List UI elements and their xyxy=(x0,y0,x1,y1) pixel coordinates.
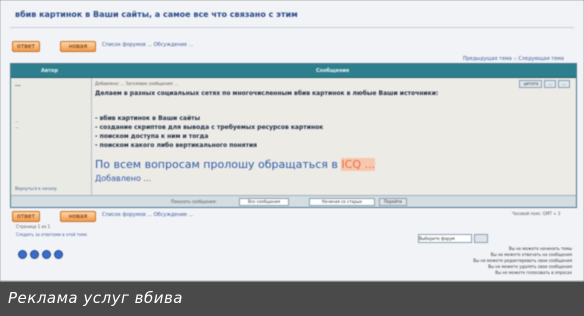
post-header: Добавлено: ... Заголовок сообщения: ... xyxy=(95,81,179,86)
sort-select[interactable]: Все сообщения xyxy=(239,198,289,206)
post-body: Добавлено: ... Заголовок сообщения: ... … xyxy=(95,78,572,195)
ip-button[interactable]: ... xyxy=(558,80,570,88)
contact-text: По всем вопросам пролошу обращаться в xyxy=(95,158,338,171)
post-author-column: ... ... ... Вернуться к началу xyxy=(11,78,92,195)
caption-text: Реклама услуг вбива xyxy=(8,289,183,307)
new-topic-button[interactable]: новая xyxy=(60,41,96,52)
post-signature: Добавлено ... xyxy=(95,174,152,183)
forum-jump-select[interactable]: Выберите форум xyxy=(418,234,472,243)
author-column-header: Автор xyxy=(41,68,58,74)
list-item: - поиском какого либо вертикального поня… xyxy=(95,142,258,149)
message-column-header: Сообщение xyxy=(316,68,350,74)
post-table: Автор Сообщение ... ... ... Вернуться к … xyxy=(10,63,577,208)
footer-icons xyxy=(18,250,63,259)
globe-icon xyxy=(18,250,27,259)
forum-screenshot: вбив картинок в Ваши сайты, а самое все … xyxy=(0,0,584,281)
service-list: - вбив картинок в Ваши сайты - создание … xyxy=(95,114,323,150)
post-lead-text: Делаем в разных социальных сетях по мног… xyxy=(95,90,439,97)
permissions-list: Вы не можете начинать темы Вы не можете … xyxy=(473,246,572,276)
post-actions: цитата ... ... xyxy=(519,80,570,88)
go-button[interactable]: Перейти xyxy=(379,198,407,206)
contact-highlight: ICQ ... xyxy=(341,158,375,171)
list-item: - создание скриптов для вывода с требуем… xyxy=(95,124,324,131)
topic-title[interactable]: вбив картинок в Ваши сайты, а самое все … xyxy=(15,10,298,19)
list-item: - поиском доступа к ним и тогда xyxy=(95,133,209,140)
timezone-label: Часовой пояс: GMT + 3 xyxy=(512,211,561,216)
image-caption: Реклама услуг вбива xyxy=(0,281,584,316)
pagination: Страница 1 из 1 xyxy=(16,224,51,229)
author-meta: ... xyxy=(15,124,19,129)
back-to-top-link[interactable]: Вернуться к началу xyxy=(15,186,57,191)
reply-button[interactable]: ответ xyxy=(12,41,40,52)
reply-button-bottom[interactable]: ответ xyxy=(12,211,40,222)
table-footer: Показать сообщения: Все сообщения Начина… xyxy=(11,195,576,207)
list-item: - вбив картинок в Ваши сайты xyxy=(95,115,201,122)
forum-jump-go-button[interactable] xyxy=(474,234,488,243)
title-divider xyxy=(10,27,574,28)
permission-line: Вы не можете голосовать в опросах xyxy=(495,270,572,275)
edit-button[interactable]: ... xyxy=(544,80,557,88)
breadcrumb-bottom[interactable]: Список форумов ... Обсуждение ... xyxy=(102,211,193,219)
globe-icon xyxy=(30,250,39,259)
globe-icon xyxy=(42,250,51,259)
globe-icon xyxy=(54,250,63,259)
table-header: Автор Сообщение xyxy=(11,64,576,78)
breadcrumb[interactable]: Список форумов ... Обсуждение ... xyxy=(102,41,193,49)
order-select[interactable]: Начиная со старых xyxy=(309,198,375,206)
post-author[interactable]: ... xyxy=(15,82,21,88)
new-topic-button-bottom[interactable]: новая xyxy=(60,211,96,222)
contact-line: По всем вопросам пролошу обращаться в IC… xyxy=(95,158,375,171)
author-meta: ... xyxy=(15,118,19,123)
topic-navigation-link[interactable]: Предыдущая тема :: Следующая тема xyxy=(463,56,564,62)
sort-label: Показать сообщения: xyxy=(171,199,217,204)
quote-button[interactable]: цитата xyxy=(519,80,543,88)
watch-topic-link[interactable]: Следить за ответами в этой теме xyxy=(16,232,87,237)
